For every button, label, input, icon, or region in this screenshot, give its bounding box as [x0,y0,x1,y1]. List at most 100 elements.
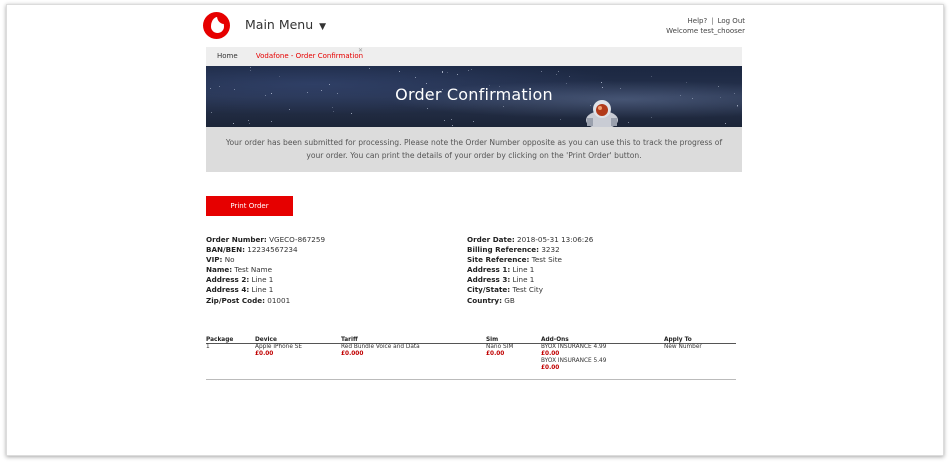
detail-value: Test Site [531,255,562,265]
cell-tariff: Red Bundle Voice and Data £0.000 [341,344,420,358]
detail-line: Name: Test Name [206,265,325,275]
cell-package: 1 [206,344,210,350]
addon-name: BYOX INSURANCE 4.99 [541,344,607,350]
sparkle-icon: ✕ [358,47,364,54]
detail-line: VIP: No [206,255,325,265]
user-area: Help? | Log Out Welcome test_chooser [666,16,745,36]
star-decoration [686,82,688,84]
table-row: 1 Apple iPhone SE £0.00 Red Bundle Voice… [206,344,736,380]
logout-link[interactable]: Log Out [718,17,745,25]
detail-label: Zip/Post Code: [206,295,265,305]
vodafone-logo[interactable] [203,12,230,39]
detail-label: Site Reference: [467,255,530,265]
star-decoration [332,107,333,108]
order-notice: Your order has been submitted for proces… [206,127,742,172]
help-link[interactable]: Help? [688,17,708,25]
detail-line: BAN/BEN: 12234567234 [206,245,325,255]
detail-label: BAN/BEN: [206,245,245,255]
astronaut-icon [586,100,618,127]
page-title: Order Confirmation [395,85,553,104]
page-banner: Order Confirmation [206,66,742,127]
breadcrumb-current: Vodafone - Order Confirmation [255,52,364,60]
detail-value: GB [504,295,515,305]
main-menu-button[interactable]: Main Menu ▼ [245,17,326,32]
star-decoration [457,73,459,75]
breadcrumb: Home Vodafone - Order Confirmation ✕ [206,47,742,66]
cell-addons: BYOX INSURANCE 4.99 £0.00 BYOX INSURANCE… [541,344,606,372]
print-order-button[interactable]: Print Order [206,196,293,216]
addon-name: BYOX INSURANCE 5.49 [541,358,607,364]
star-decoration [736,106,738,108]
detail-line: Address 3: Line 1 [467,275,593,285]
detail-line: Site Reference: Test Site [467,255,593,265]
star-decoration [628,121,629,123]
welcome-text: Welcome test_chooser [666,27,745,35]
caret-down-icon: ▼ [319,22,327,32]
star-decoration [249,67,251,69]
order-details-left: Order Number: VGECO-867259 BAN/BEN: 12234… [206,235,325,306]
detail-line: Address 1: Line 1 [467,265,593,275]
detail-label: Country: [467,295,502,305]
tariff-name: Red Bundle Voice and Data [341,344,420,350]
star-decoration [651,76,653,78]
detail-value: Test City [512,285,543,295]
star-decoration [288,109,290,111]
cell-device: Apple iPhone SE £0.00 [255,344,302,358]
star-decoration [248,119,250,121]
detail-label: Address 3: [467,275,511,285]
detail-line: Address 2: Line 1 [206,275,325,285]
detail-value: Test Name [234,265,273,275]
star-decoration [558,70,560,72]
addon-price: £0.00 [541,351,560,357]
star-decoration [725,122,726,124]
star-decoration [442,71,444,73]
detail-label: Name: [206,265,233,275]
detail-line: Billing Reference: 3232 [467,245,593,255]
detail-value: VGECO-867259 [269,235,326,244]
star-decoration [398,70,400,72]
detail-label: Address 4: [206,285,250,295]
detail-line: Order Date: 2018-05-31 13:06:26 [467,235,593,245]
star-decoration [566,83,568,85]
header-tariff: Tariff [341,337,358,343]
star-decoration [450,119,452,121]
detail-line: Address 4: Line 1 [206,285,325,295]
star-decoration [350,112,352,114]
star-decoration [503,105,505,107]
header-addons: Add-Ons [541,337,569,343]
detail-value: 12234567234 [247,245,298,255]
detail-value: Line 1 [251,275,274,285]
star-decoration [332,111,334,113]
detail-value: 01001 [267,295,291,305]
detail-label: Billing Reference: [467,245,540,255]
sim-name: Nano SIM [486,344,514,350]
device-name: Apple iPhone SE [255,344,303,350]
detail-label: Order Number: [206,235,267,244]
star-decoration [651,117,653,119]
table-header: Package Device Tariff Sim Add-Ons Apply … [206,337,736,344]
star-decoration [414,77,416,79]
tariff-price: £0.000 [341,351,364,357]
star-decoration [447,71,449,73]
star-decoration [210,112,212,114]
star-decoration [601,82,603,84]
detail-value: 2018-05-31 13:06:26 [517,235,594,244]
detail-value: Line 1 [512,265,535,275]
star-decoration [736,104,738,106]
addon-price: £0.00 [541,365,560,371]
order-details-right: Order Date: 2018-05-31 13:06:26 Billing R… [467,235,593,306]
speechmark-icon [211,16,224,33]
detail-label: VIP: [206,255,223,265]
cell-sim: Nano SIM £0.00 [486,344,513,358]
star-decoration [559,119,561,120]
detail-line: City/State: Test City [467,285,593,295]
detail-value: 3232 [541,245,560,255]
breadcrumb-home[interactable]: Home [217,52,238,60]
star-decoration [473,121,475,123]
header-apply-to: Apply To [664,337,692,343]
header-sim: Sim [486,337,499,343]
header-package: Package [206,337,234,343]
star-decoration [470,69,472,71]
star-decoration [540,71,542,73]
star-decoration [232,123,234,125]
